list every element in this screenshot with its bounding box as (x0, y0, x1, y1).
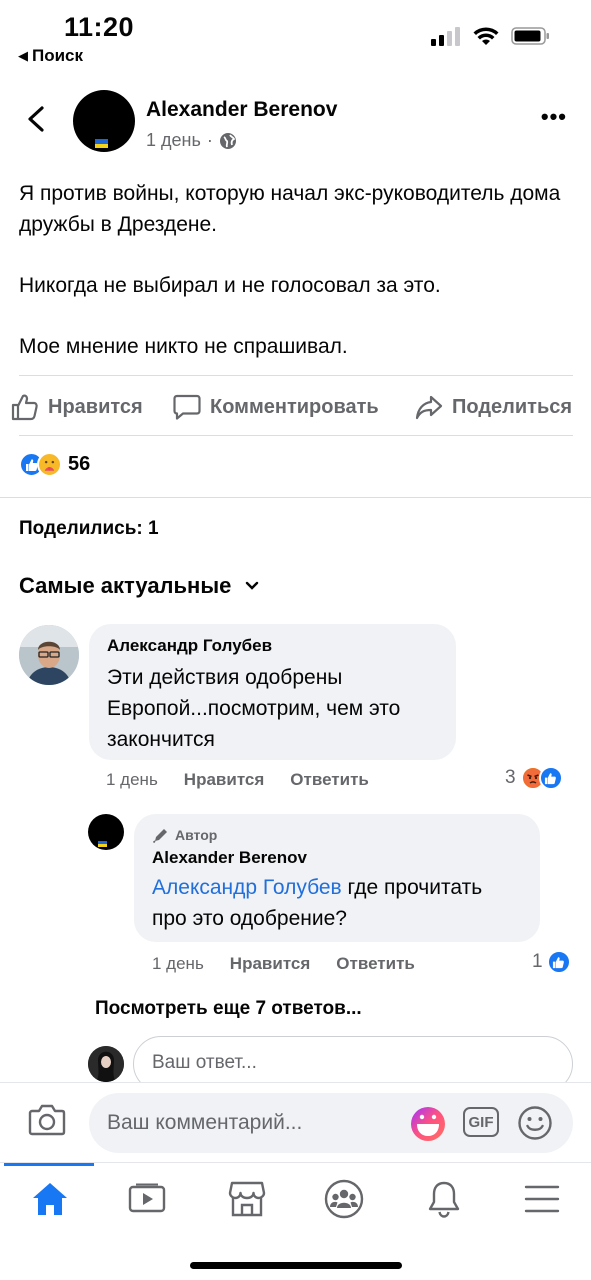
comment-input-placeholder: Ваш комментарий... (107, 1111, 303, 1134)
post-meta: 1 день · (146, 130, 237, 151)
comment-reaction-count: 3 (505, 767, 516, 788)
like-reaction-icon (546, 950, 571, 974)
divider (0, 497, 591, 498)
view-more-replies-link[interactable]: Посмотреть еще 7 ответов... (95, 998, 362, 1020)
bottom-navigation (0, 1162, 591, 1280)
post-header: Alexander Berenov 1 день · ••• (0, 88, 591, 152)
author-badge-label: Автор (175, 827, 218, 843)
reply-author[interactable]: Alexander Berenov (152, 848, 522, 868)
comment-author[interactable]: Александр Голубев (107, 636, 438, 656)
comments-sort-dropdown[interactable]: Самые актуальные (19, 573, 259, 599)
tab-home[interactable] (28, 1177, 72, 1221)
reply-bubble[interactable]: Автор Alexander Berenov Александр Голубе… (134, 814, 540, 942)
reply-text: Александр Голубев где прочитать про это … (152, 872, 522, 934)
chevron-down-icon (246, 581, 259, 590)
share-arrow-icon (415, 395, 443, 420)
status-time: 11:20 (64, 12, 135, 42)
back-triangle-icon: ◀ (18, 48, 28, 63)
wifi-icon (473, 27, 499, 45)
more-options-button[interactable]: ••• (541, 106, 567, 128)
avatar-sticker-icon[interactable] (409, 1105, 447, 1143)
camera-icon[interactable] (28, 1103, 66, 1137)
back-app-label: Поиск (32, 46, 84, 65)
shares-count[interactable]: Поделились: 1 (19, 518, 159, 540)
post-paragraph: Мое мнение никто не спрашивал. (19, 335, 348, 358)
reply-input-placeholder: Ваш ответ... (152, 1052, 257, 1073)
globe-icon (219, 132, 236, 149)
mention-link[interactable]: Александр Голубев (152, 876, 342, 899)
tab-groups[interactable] (322, 1177, 366, 1221)
reply-reaction-count: 1 (532, 951, 543, 972)
status-bar: 11:20 ◀ Поиск (0, 0, 591, 76)
marketplace-store-icon (228, 1181, 266, 1217)
cellular-signal-icon (431, 27, 460, 46)
post-author-name[interactable]: Alexander Berenov (146, 98, 337, 122)
reactions-summary[interactable]: 56 (19, 452, 90, 477)
share-button[interactable]: Поделиться (414, 392, 572, 422)
tab-watch[interactable] (125, 1177, 169, 1221)
home-indicator (190, 1262, 402, 1269)
author-avatar[interactable] (73, 90, 135, 152)
tab-menu[interactable] (520, 1177, 564, 1221)
like-label: Нравится (48, 395, 143, 418)
reply-reactions[interactable]: 1 (532, 950, 571, 974)
reply-author-avatar[interactable] (88, 814, 124, 850)
sort-label: Самые актуальные (19, 573, 232, 598)
comment-bubble-icon (173, 394, 201, 420)
comment-bubble[interactable]: Александр Голубев Эти действия одобрены … (89, 624, 456, 760)
thumbs-up-icon (11, 394, 38, 421)
bell-icon (428, 1181, 460, 1218)
hamburger-menu-icon (524, 1185, 560, 1213)
comment-reply-button[interactable]: Ответить (290, 770, 369, 790)
back-to-app-link[interactable]: ◀ Поиск (18, 46, 83, 66)
emoji-icon[interactable] (517, 1105, 553, 1141)
post-time[interactable]: 1 день (146, 130, 201, 151)
post-paragraph: Никогда не выбирал и не голосовал за это… (19, 274, 441, 297)
current-user-avatar (88, 1046, 124, 1082)
divider (19, 435, 573, 436)
post-paragraph: Я против войны, которую начал экс-руково… (19, 182, 561, 236)
comment-input[interactable]: Ваш комментарий... GIF (89, 1093, 573, 1153)
groups-icon (324, 1179, 364, 1219)
back-arrow-icon[interactable] (22, 104, 52, 134)
ukraine-flag-icon (95, 139, 108, 148)
tab-notifications[interactable] (422, 1177, 466, 1221)
share-label: Поделиться (452, 395, 573, 418)
care-reaction-icon (37, 452, 62, 477)
comment-text: Эти действия одобрены Европой...посмотри… (107, 666, 401, 751)
comment-meta: 1 день Нравится Ответить (106, 770, 369, 790)
comment-reactions[interactable]: 3 (505, 766, 563, 790)
video-play-icon (128, 1183, 166, 1213)
comment-like-button[interactable]: Нравится (184, 770, 265, 790)
gif-label: GIF (468, 1113, 494, 1131)
divider (19, 375, 573, 376)
active-tab-indicator (4, 1163, 94, 1166)
meta-separator: · (206, 130, 213, 150)
status-icons (431, 26, 551, 46)
like-reaction-icon (538, 766, 563, 790)
pencil-icon (152, 829, 167, 844)
reply-reply-button[interactable]: Ответить (336, 954, 415, 974)
reply-time[interactable]: 1 день (152, 954, 204, 974)
comment-time[interactable]: 1 день (106, 770, 158, 790)
ukraine-flag-icon (98, 841, 107, 847)
home-icon (33, 1183, 67, 1215)
comment-label: Комментировать (210, 395, 379, 418)
like-button[interactable]: Нравится (10, 392, 143, 422)
author-badge: Автор (152, 826, 522, 844)
comment-button[interactable]: Комментировать (172, 392, 379, 422)
battery-icon (511, 27, 549, 45)
gif-button[interactable]: GIF (463, 1107, 499, 1137)
commenter-avatar[interactable] (19, 625, 79, 685)
post-body: Я против войны, которую начал экс-руково… (19, 178, 579, 392)
tab-marketplace[interactable] (225, 1177, 269, 1221)
reaction-count: 56 (68, 453, 91, 475)
reply-like-button[interactable]: Нравится (230, 954, 311, 974)
reply-meta: 1 день Нравится Ответить (152, 954, 415, 974)
comment-composer: Ваш комментарий... GIF (0, 1082, 591, 1162)
post-action-bar: Нравится Комментировать Поделиться (0, 385, 591, 429)
